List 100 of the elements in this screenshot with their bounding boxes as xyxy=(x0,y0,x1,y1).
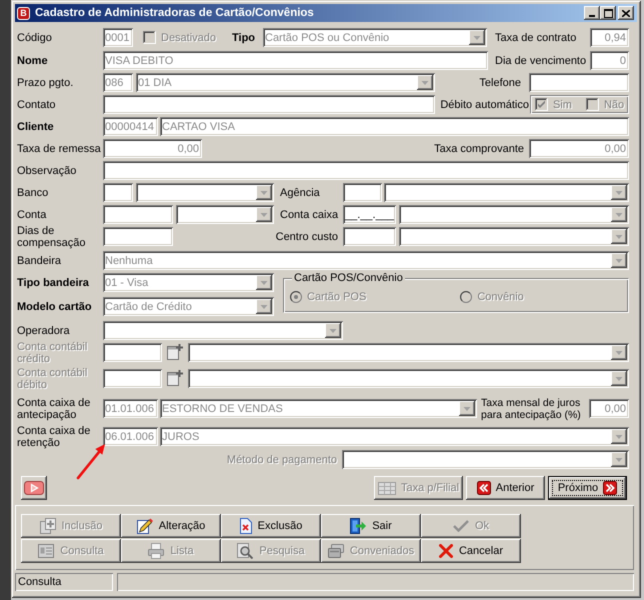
dropdown-arrow-icon[interactable] xyxy=(417,75,433,90)
dropdown-arrow-icon[interactable] xyxy=(611,185,627,200)
dropdown-field[interactable] xyxy=(384,183,629,202)
text-field[interactable] xyxy=(343,183,382,202)
dropdown-arrow-icon[interactable] xyxy=(256,299,272,314)
add-document-icon[interactable] xyxy=(167,344,183,360)
field-label: Prazo pgto. xyxy=(17,76,74,88)
maximize-button[interactable] xyxy=(600,6,616,20)
dropdown-field[interactable]: 01 DIA xyxy=(136,73,435,92)
dropdown-field[interactable] xyxy=(136,183,274,202)
field-label: Operadora xyxy=(17,324,70,336)
dropdown-field[interactable] xyxy=(103,321,343,340)
dropdown-field[interactable] xyxy=(399,205,629,224)
dropdown-field[interactable] xyxy=(188,343,629,362)
pencil-document-icon xyxy=(136,518,153,534)
text-field[interactable] xyxy=(103,343,162,362)
text-field[interactable] xyxy=(103,227,173,246)
status-panel: Consulta xyxy=(15,573,113,591)
dropdown-arrow-icon[interactable] xyxy=(256,185,272,200)
text-field[interactable]: VISA DEBITO xyxy=(103,51,488,70)
text-field[interactable] xyxy=(529,73,629,92)
nav-button[interactable]: Próximo xyxy=(548,476,627,500)
dropdown-arrow-icon[interactable] xyxy=(611,371,627,386)
text-field[interactable]: 00000414 xyxy=(103,117,158,136)
text-field[interactable]: __.__.___ xyxy=(343,205,396,224)
text-field[interactable]: 06.01.006 xyxy=(103,427,158,446)
table-icon xyxy=(378,482,396,494)
field-label: Tipo bandeira xyxy=(17,276,89,288)
action-button[interactable]: Exclusão xyxy=(221,514,321,538)
field-label: Dia de vencimento xyxy=(495,54,586,66)
text-field[interactable]: 0 xyxy=(590,51,629,70)
dropdown-field[interactable] xyxy=(176,205,274,224)
cards-icon xyxy=(328,544,344,558)
action-button[interactable]: Cancelar xyxy=(421,539,521,563)
dropdown-arrow-icon[interactable] xyxy=(611,229,627,244)
dropdown-arrow-icon[interactable] xyxy=(611,345,627,360)
minimize-button[interactable] xyxy=(584,6,600,20)
dropdown-arrow-icon[interactable] xyxy=(459,401,475,416)
dropdown-field[interactable] xyxy=(342,450,629,469)
dropdown-field[interactable]: 01 - Visa xyxy=(103,273,274,292)
text-field[interactable]: CARTAO VISA xyxy=(160,117,629,136)
close-icon xyxy=(622,10,630,16)
double-chevron-left-icon xyxy=(476,481,491,495)
dropdown-arrow-icon[interactable] xyxy=(611,429,627,444)
dropdown-arrow-icon[interactable] xyxy=(325,323,341,338)
dropdown-arrow-icon[interactable] xyxy=(611,207,627,222)
door-icon xyxy=(350,518,366,534)
field-label: Conta xyxy=(17,208,46,220)
action-button[interactable]: Sair xyxy=(321,514,421,538)
field-label: Contato xyxy=(17,98,56,110)
text-field[interactable]: 0,94 xyxy=(590,28,629,47)
dropdown-arrow-icon[interactable] xyxy=(611,253,627,268)
text-field[interactable]: 0,00 xyxy=(529,139,629,158)
field-label: Dias de compensação xyxy=(17,224,86,248)
dropdown-arrow-icon[interactable] xyxy=(256,207,272,222)
add-document-icon xyxy=(40,518,56,534)
field-label: Nome xyxy=(17,54,48,66)
field-label: Conta caixa de antecipação xyxy=(17,396,92,420)
dropdown-field[interactable]: Cartão POS ou Convênio xyxy=(263,28,487,47)
x-mark-icon xyxy=(438,544,453,558)
dropdown-field[interactable]: JUROS xyxy=(160,427,629,446)
play-button[interactable] xyxy=(21,476,47,500)
field-label: Taxa de remessa xyxy=(17,142,101,154)
dropdown-field[interactable] xyxy=(399,227,629,246)
field-label: Taxa mensal de juros para antecipação (%) xyxy=(481,396,582,420)
window-title: Cadastro de Administradoras de Cartão/Convênios xyxy=(35,7,314,19)
text-field[interactable]: 086 xyxy=(103,73,133,92)
nav-button[interactable]: Anterior xyxy=(466,476,545,500)
field-label: Banco xyxy=(17,186,48,198)
text-field[interactable] xyxy=(103,95,435,114)
dropdown-field[interactable]: ESTORNO DE VENDAS xyxy=(160,399,477,418)
close-button[interactable] xyxy=(618,6,634,20)
text-field[interactable] xyxy=(343,227,396,246)
dropdown-field[interactable]: Nenhuma xyxy=(103,251,629,270)
text-field[interactable]: 0001 xyxy=(103,28,133,47)
text-field[interactable]: 01.01.006 xyxy=(103,399,158,418)
field-label: Taxa comprovante xyxy=(434,142,524,154)
annotation-arrow xyxy=(76,443,106,480)
field-label: Observação xyxy=(17,164,76,176)
dropdown-arrow-icon[interactable] xyxy=(256,275,272,290)
field-label: Conta contábil crédito xyxy=(17,340,88,364)
dropdown-arrow-icon[interactable] xyxy=(469,30,485,45)
text-field[interactable] xyxy=(103,183,133,202)
text-field[interactable] xyxy=(103,369,162,388)
minimize-icon xyxy=(589,15,595,17)
action-button[interactable]: Alteração xyxy=(121,514,221,538)
dropdown-arrow-icon[interactable] xyxy=(611,452,627,467)
search-icon xyxy=(237,543,254,559)
field-label: Telefone xyxy=(479,76,521,88)
field-label: Taxa de contrato xyxy=(495,32,576,44)
text-field[interactable]: 0,00 xyxy=(589,399,629,418)
dropdown-field[interactable]: Cartão de Crédito xyxy=(103,297,274,316)
text-field[interactable] xyxy=(103,205,173,224)
field-label: Agência xyxy=(280,186,320,198)
field-label: Conta caixa xyxy=(280,208,338,220)
add-document-icon[interactable] xyxy=(167,370,183,386)
text-field[interactable]: 0,00 xyxy=(103,139,202,158)
dropdown-field[interactable] xyxy=(188,369,629,388)
maximize-icon xyxy=(604,8,612,18)
text-field[interactable] xyxy=(103,161,629,180)
